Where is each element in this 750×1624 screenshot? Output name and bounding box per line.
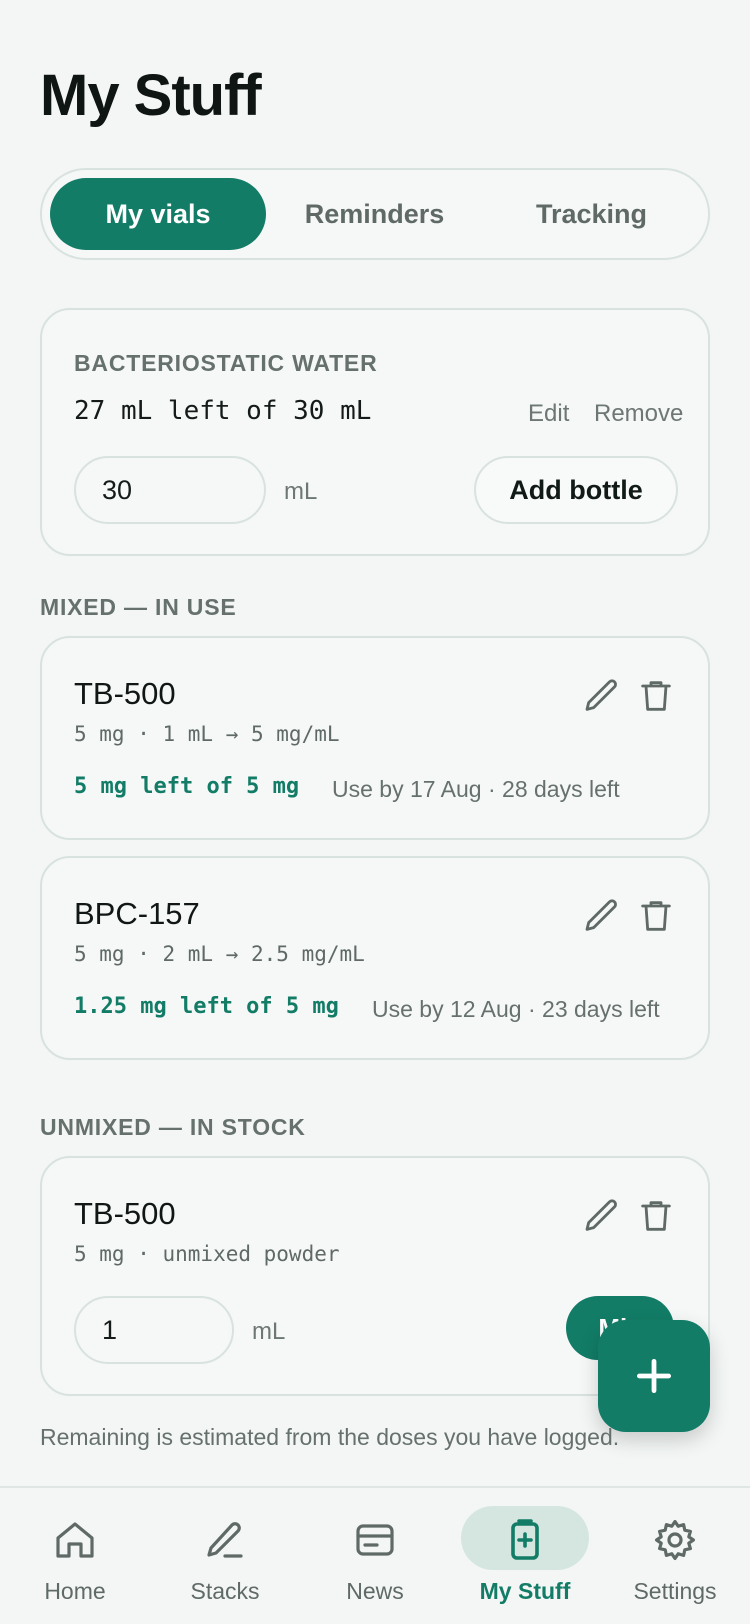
home-icon: [51, 1516, 99, 1564]
footnote: Remaining is estimated from the doses yo…: [40, 1424, 620, 1450]
trash-icon[interactable]: [636, 1196, 676, 1236]
edit-pencil-icon[interactable]: [582, 676, 622, 716]
vial-meta: 5 mg · 2 mL → 2.5 mg/mL: [74, 942, 365, 966]
nav-item-stacks[interactable]: Stacks: [150, 1488, 300, 1624]
nav-item-settings[interactable]: Settings: [600, 1488, 750, 1624]
screen: My Stuff My vials Reminders Tracking BAC…: [0, 0, 750, 1624]
water-unit-label: mL: [284, 478, 318, 505]
nav-item-label: Settings: [633, 1578, 717, 1604]
tab-reminders[interactable]: Reminders: [266, 178, 483, 250]
water-remaining: 27 mL left of 30 mL: [74, 396, 372, 426]
vial-name: TB-500: [74, 676, 176, 711]
nav-item-my-stuff[interactable]: My Stuff: [450, 1488, 600, 1624]
nav-item-label: News: [346, 1578, 404, 1604]
vial-meta: 5 mg · 1 mL → 5 mg/mL: [74, 722, 340, 746]
nav-item-label: Stacks: [190, 1578, 260, 1604]
segmented-tabs: My vials Reminders Tracking: [40, 168, 710, 260]
vial-card: BPC-157 5 mg · 2 mL → 2.5 mg/mL 1.25 mg …: [40, 856, 710, 1060]
edit-water-link[interactable]: Edit: [528, 400, 569, 428]
nav-item-news[interactable]: News: [300, 1488, 450, 1624]
trash-icon[interactable]: [636, 676, 676, 716]
add-bottle-button[interactable]: Add bottle: [474, 456, 678, 524]
water-heading: BACTERIOSTATIC WATER: [74, 350, 378, 376]
pencil-icon: [201, 1516, 249, 1564]
nav-item-label: My Stuff: [479, 1578, 571, 1604]
water-card: BACTERIOSTATIC WATER 27 mL left of 30 mL…: [40, 308, 710, 556]
page-title: My Stuff: [40, 63, 262, 128]
mixed-section-heading: MIXED — IN USE: [40, 594, 237, 620]
plus-icon: [636, 1358, 672, 1394]
remove-water-link[interactable]: Remove: [594, 400, 683, 428]
bottom-nav: Home Stacks News My Stuff Settings: [0, 1486, 750, 1624]
vial-use-by: Use by 12 Aug · 23 days left: [372, 996, 660, 1022]
tab-my-vials[interactable]: My vials: [50, 178, 266, 250]
edit-pencil-icon[interactable]: [582, 1196, 622, 1236]
nav-item-home[interactable]: Home: [0, 1488, 150, 1624]
edit-pencil-icon[interactable]: [582, 896, 622, 936]
tab-tracking[interactable]: Tracking: [483, 178, 700, 250]
unmixed-section-heading: UNMIXED — IN STOCK: [40, 1114, 306, 1140]
vial-meta: 5 mg · unmixed powder: [74, 1242, 340, 1266]
nav-item-label: Home: [44, 1578, 106, 1604]
diluent-unit-label: mL: [252, 1318, 286, 1345]
vial-name: BPC-157: [74, 896, 200, 931]
card-icon: [351, 1516, 399, 1564]
vial-remaining: 1.25 mg left of 5 mg: [74, 994, 339, 1019]
gear-icon: [651, 1516, 699, 1564]
vial-remaining: 5 mg left of 5 mg: [74, 774, 300, 799]
vial-plus-icon: [501, 1516, 549, 1564]
vial-name: TB-500: [74, 1196, 176, 1231]
add-fab-button[interactable]: [598, 1320, 710, 1432]
vial-card: TB-500 5 mg · 1 mL → 5 mg/mL 5 mg left o…: [40, 636, 710, 840]
diluent-volume-input[interactable]: 1: [74, 1296, 234, 1364]
water-volume-input[interactable]: 30: [74, 456, 266, 524]
trash-icon[interactable]: [636, 896, 676, 936]
vial-use-by: Use by 17 Aug · 28 days left: [332, 776, 620, 802]
